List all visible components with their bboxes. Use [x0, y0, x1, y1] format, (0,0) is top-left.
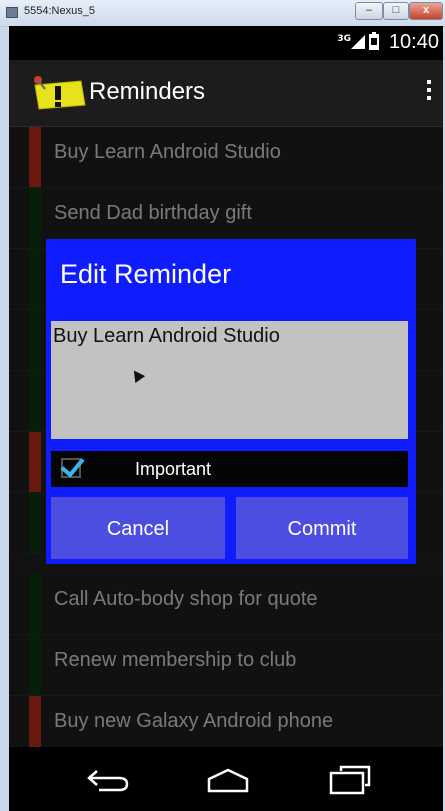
status-bar: 3G 10:40: [9, 26, 443, 60]
maximize-button[interactable]: □: [383, 2, 409, 20]
emulator-icon: [6, 7, 18, 18]
signal-icon: [351, 35, 365, 49]
status-time: 10:40: [388, 31, 439, 53]
back-icon[interactable]: [85, 767, 131, 793]
window-titlebar: 5554:Nexus_5 – □ x: [0, 0, 445, 27]
emulator-window: 5554:Nexus_5 – □ x 3G 10:40 Reminders Bu…: [0, 0, 445, 811]
mouse-cursor-icon: [129, 367, 146, 384]
important-label: Important: [135, 459, 212, 479]
recent-apps-icon[interactable]: [327, 765, 373, 795]
important-checkbox-row[interactable]: Important: [51, 451, 408, 487]
home-icon[interactable]: [205, 767, 251, 793]
app-title: Reminders: [89, 78, 206, 105]
network-type: 3G: [337, 34, 351, 44]
edit-reminder-dialog: Edit Reminder Buy Learn Android Studio I…: [46, 239, 416, 564]
commit-button[interactable]: Commit: [236, 497, 408, 559]
close-button[interactable]: x: [409, 2, 443, 20]
battery-icon: [369, 32, 379, 50]
reminder-text-value: Buy Learn Android Studio: [53, 325, 280, 347]
checkmark-icon: [60, 452, 85, 478]
minimize-button[interactable]: –: [355, 2, 383, 20]
cancel-button[interactable]: Cancel: [51, 497, 225, 559]
dialog-title: Edit Reminder: [60, 259, 232, 289]
app-logo-icon: [34, 76, 86, 110]
action-bar: Reminders: [9, 60, 443, 127]
phone-screen: 3G 10:40 Reminders Buy Learn Android Stu…: [9, 26, 443, 811]
important-checkbox[interactable]: [60, 452, 85, 478]
overflow-menu-icon[interactable]: [425, 80, 433, 104]
reminder-text-field[interactable]: Buy Learn Android Studio: [51, 321, 408, 439]
window-title: 5554:Nexus_5: [24, 5, 95, 17]
navigation-bar: [9, 747, 443, 811]
